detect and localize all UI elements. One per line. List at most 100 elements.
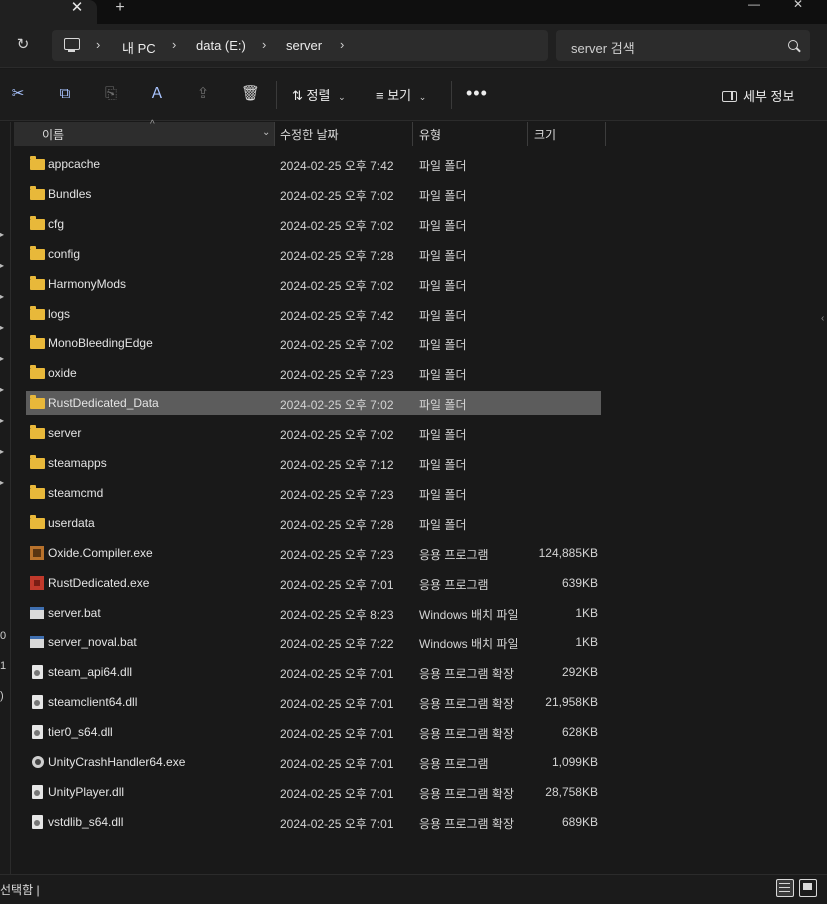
file-row[interactable]: appcache 2024-02-25 오후 7:42 파일 폴더 (26, 152, 601, 176)
delete-icon[interactable]: 🗑 (241, 85, 260, 103)
folder-icon (30, 395, 45, 409)
view-label: 보기 (387, 88, 412, 103)
breadcrumb-drive[interactable]: data (E:) (196, 38, 246, 53)
column-header: 이름 ^ ⌄ 수정한 날짜 유형 크기 (12, 119, 827, 146)
file-row[interactable]: steamclient64.dll 2024-02-25 오후 7:01 응용 프로… (26, 690, 601, 714)
details-view-button[interactable] (776, 879, 794, 897)
search-box[interactable]: server 검색 (556, 30, 810, 61)
file-row[interactable]: MonoBleedingEdge 2024-02-25 오후 7:02 파일 폴더 (26, 331, 601, 355)
sort-button[interactable]: ⇅ 정렬 ⌄ (292, 85, 346, 105)
file-type: 파일 폴더 (419, 398, 467, 412)
minimize-button[interactable]: — (742, 0, 766, 16)
file-row[interactable]: logs 2024-02-25 오후 7:42 파일 폴더 (26, 302, 601, 326)
dll-file-icon (32, 695, 43, 709)
file-row[interactable]: RustDedicated.exe 2024-02-25 오후 7:01 응용 프로… (26, 571, 601, 595)
file-name: config (48, 247, 81, 261)
file-row[interactable]: Oxide.Compiler.exe 2024-02-25 오후 7:23 응용 프… (26, 541, 601, 565)
file-date: 2024-02-25 오후 7:02 (280, 398, 394, 412)
column-divider[interactable] (605, 122, 606, 146)
cut-icon[interactable]: ✂ (9, 85, 27, 103)
folder-icon (30, 425, 45, 439)
batch-file-icon (30, 636, 44, 648)
toolbar-divider (451, 81, 452, 109)
pin-icon: ▸ (0, 230, 5, 239)
file-name: oxide (48, 366, 77, 380)
file-name: vstdlib_s64.dll (48, 815, 124, 829)
refresh-icon[interactable]: ↻ (12, 34, 34, 56)
paste-icon[interactable]: ⎘ (102, 85, 120, 103)
file-row[interactable]: server.bat 2024-02-25 오후 8:23 Windows 배치 파… (26, 601, 601, 625)
chevron-down-icon[interactable]: ⌄ (262, 127, 270, 138)
file-row[interactable]: cfg 2024-02-25 오후 7:02 파일 폴더 (26, 212, 601, 236)
file-row[interactable]: steamcmd 2024-02-25 오후 7:23 파일 폴더 (26, 481, 601, 505)
breadcrumb-server[interactable]: server (286, 38, 322, 53)
column-type-label[interactable]: 유형 (419, 126, 441, 143)
column-divider[interactable] (527, 122, 528, 146)
column-date-label[interactable]: 수정한 날짜 (280, 126, 339, 143)
tile-view-icon (803, 883, 812, 890)
file-row[interactable]: server_noval.bat 2024-02-25 오후 7:22 Window… (26, 630, 601, 654)
more-options-button[interactable]: ••• (466, 83, 488, 104)
column-divider[interactable] (412, 122, 413, 146)
file-date: 2024-02-25 오후 7:01 (280, 787, 394, 801)
file-date: 2024-02-25 오후 7:02 (280, 428, 394, 442)
address-bar[interactable]: › 내 PC › data (E:) › server › (52, 30, 548, 61)
chevron-right-icon[interactable]: › (262, 37, 266, 52)
search-input[interactable]: server 검색 (571, 38, 635, 57)
file-type: Windows 배치 파일 (419, 637, 519, 651)
view-button[interactable]: ≡ 보기 ⌄ (376, 85, 426, 105)
file-size: 628KB (561, 725, 598, 739)
navigation-pane[interactable]: ▸ ▸ ▸ ▸ ▸ ▸ ▸ ▸ ▸ 0 1 ) (0, 122, 11, 874)
pin-icon: ▸ (0, 261, 5, 270)
address-row: ↻ › 내 PC › data (E:) › server › server 검… (0, 24, 827, 68)
chevron-right-icon[interactable]: › (340, 37, 344, 52)
file-size: 639KB (561, 576, 598, 590)
file-name: logs (48, 307, 71, 321)
tab-current[interactable]: ✕ (0, 0, 97, 24)
this-pc-icon[interactable] (64, 38, 80, 52)
file-row[interactable]: tier0_s64.dll 2024-02-25 오후 7:01 응용 프로그램 확… (26, 720, 601, 744)
file-row[interactable]: vstdlib_s64.dll 2024-02-25 오후 7:01 응용 프로그램… (26, 810, 601, 834)
share-icon[interactable]: ⇪ (194, 85, 212, 103)
status-bar: 선택함 | (0, 874, 827, 904)
file-row[interactable]: HarmonyMods 2024-02-25 오후 7:02 파일 폴더 (26, 272, 601, 296)
search-icon[interactable] (788, 40, 798, 50)
file-row[interactable]: Bundles 2024-02-25 오후 7:02 파일 폴더 (26, 182, 601, 206)
column-divider[interactable] (274, 122, 275, 146)
file-type: 파일 폴더 (419, 219, 467, 233)
file-row[interactable]: oxide 2024-02-25 오후 7:23 파일 폴더 (26, 361, 601, 385)
file-row[interactable]: RustDedicated_Data 2024-02-25 오후 7:02 파일 폴… (26, 391, 601, 415)
file-row[interactable]: steam_api64.dll 2024-02-25 오후 7:01 응용 프로그램… (26, 660, 601, 684)
file-type: 파일 폴더 (419, 189, 467, 203)
breadcrumb-this-pc[interactable]: 내 PC (122, 38, 156, 57)
pin-icon: ▸ (0, 354, 5, 363)
file-row[interactable]: UnityPlayer.dll 2024-02-25 오후 7:01 응용 프로그램… (26, 780, 601, 804)
chevron-right-icon[interactable]: › (96, 37, 100, 52)
tiles-view-button[interactable] (799, 879, 817, 897)
window-close-button[interactable]: ✕ (786, 0, 810, 16)
dll-file-icon (32, 785, 43, 799)
close-tab-icon[interactable]: ✕ (66, 0, 88, 20)
details-pane-button[interactable]: 세부 정보 (722, 86, 794, 105)
file-size: 689KB (561, 815, 598, 829)
folder-icon (30, 156, 45, 170)
file-name: Oxide.Compiler.exe (48, 546, 153, 560)
file-row[interactable]: config 2024-02-25 오후 7:28 파일 폴더 (26, 242, 601, 266)
file-size: 1,099KB (551, 755, 598, 769)
pin-icon: ▸ (0, 323, 5, 332)
application-icon (32, 756, 44, 768)
file-row[interactable]: steamapps 2024-02-25 오후 7:12 파일 폴더 (26, 451, 601, 475)
new-tab-button[interactable]: + (110, 0, 130, 20)
column-name-label[interactable]: 이름 (42, 126, 64, 143)
copy-icon[interactable]: ⧉ (56, 85, 74, 103)
file-row[interactable]: userdata 2024-02-25 오후 7:28 파일 폴더 (26, 511, 601, 535)
file-date: 2024-02-25 오후 8:23 (280, 608, 394, 622)
chevron-right-icon[interactable]: › (172, 37, 176, 52)
file-date: 2024-02-25 오후 7:12 (280, 458, 394, 472)
pin-icon: ▸ (0, 385, 5, 394)
file-row[interactable]: server 2024-02-25 오후 7:02 파일 폴더 (26, 421, 601, 445)
file-date: 2024-02-25 오후 7:01 (280, 578, 394, 592)
column-size-label[interactable]: 크기 (534, 126, 556, 143)
file-row[interactable]: UnityCrashHandler64.exe 2024-02-25 오후 7:0… (26, 750, 601, 774)
rename-icon[interactable]: Ａ (148, 85, 166, 103)
